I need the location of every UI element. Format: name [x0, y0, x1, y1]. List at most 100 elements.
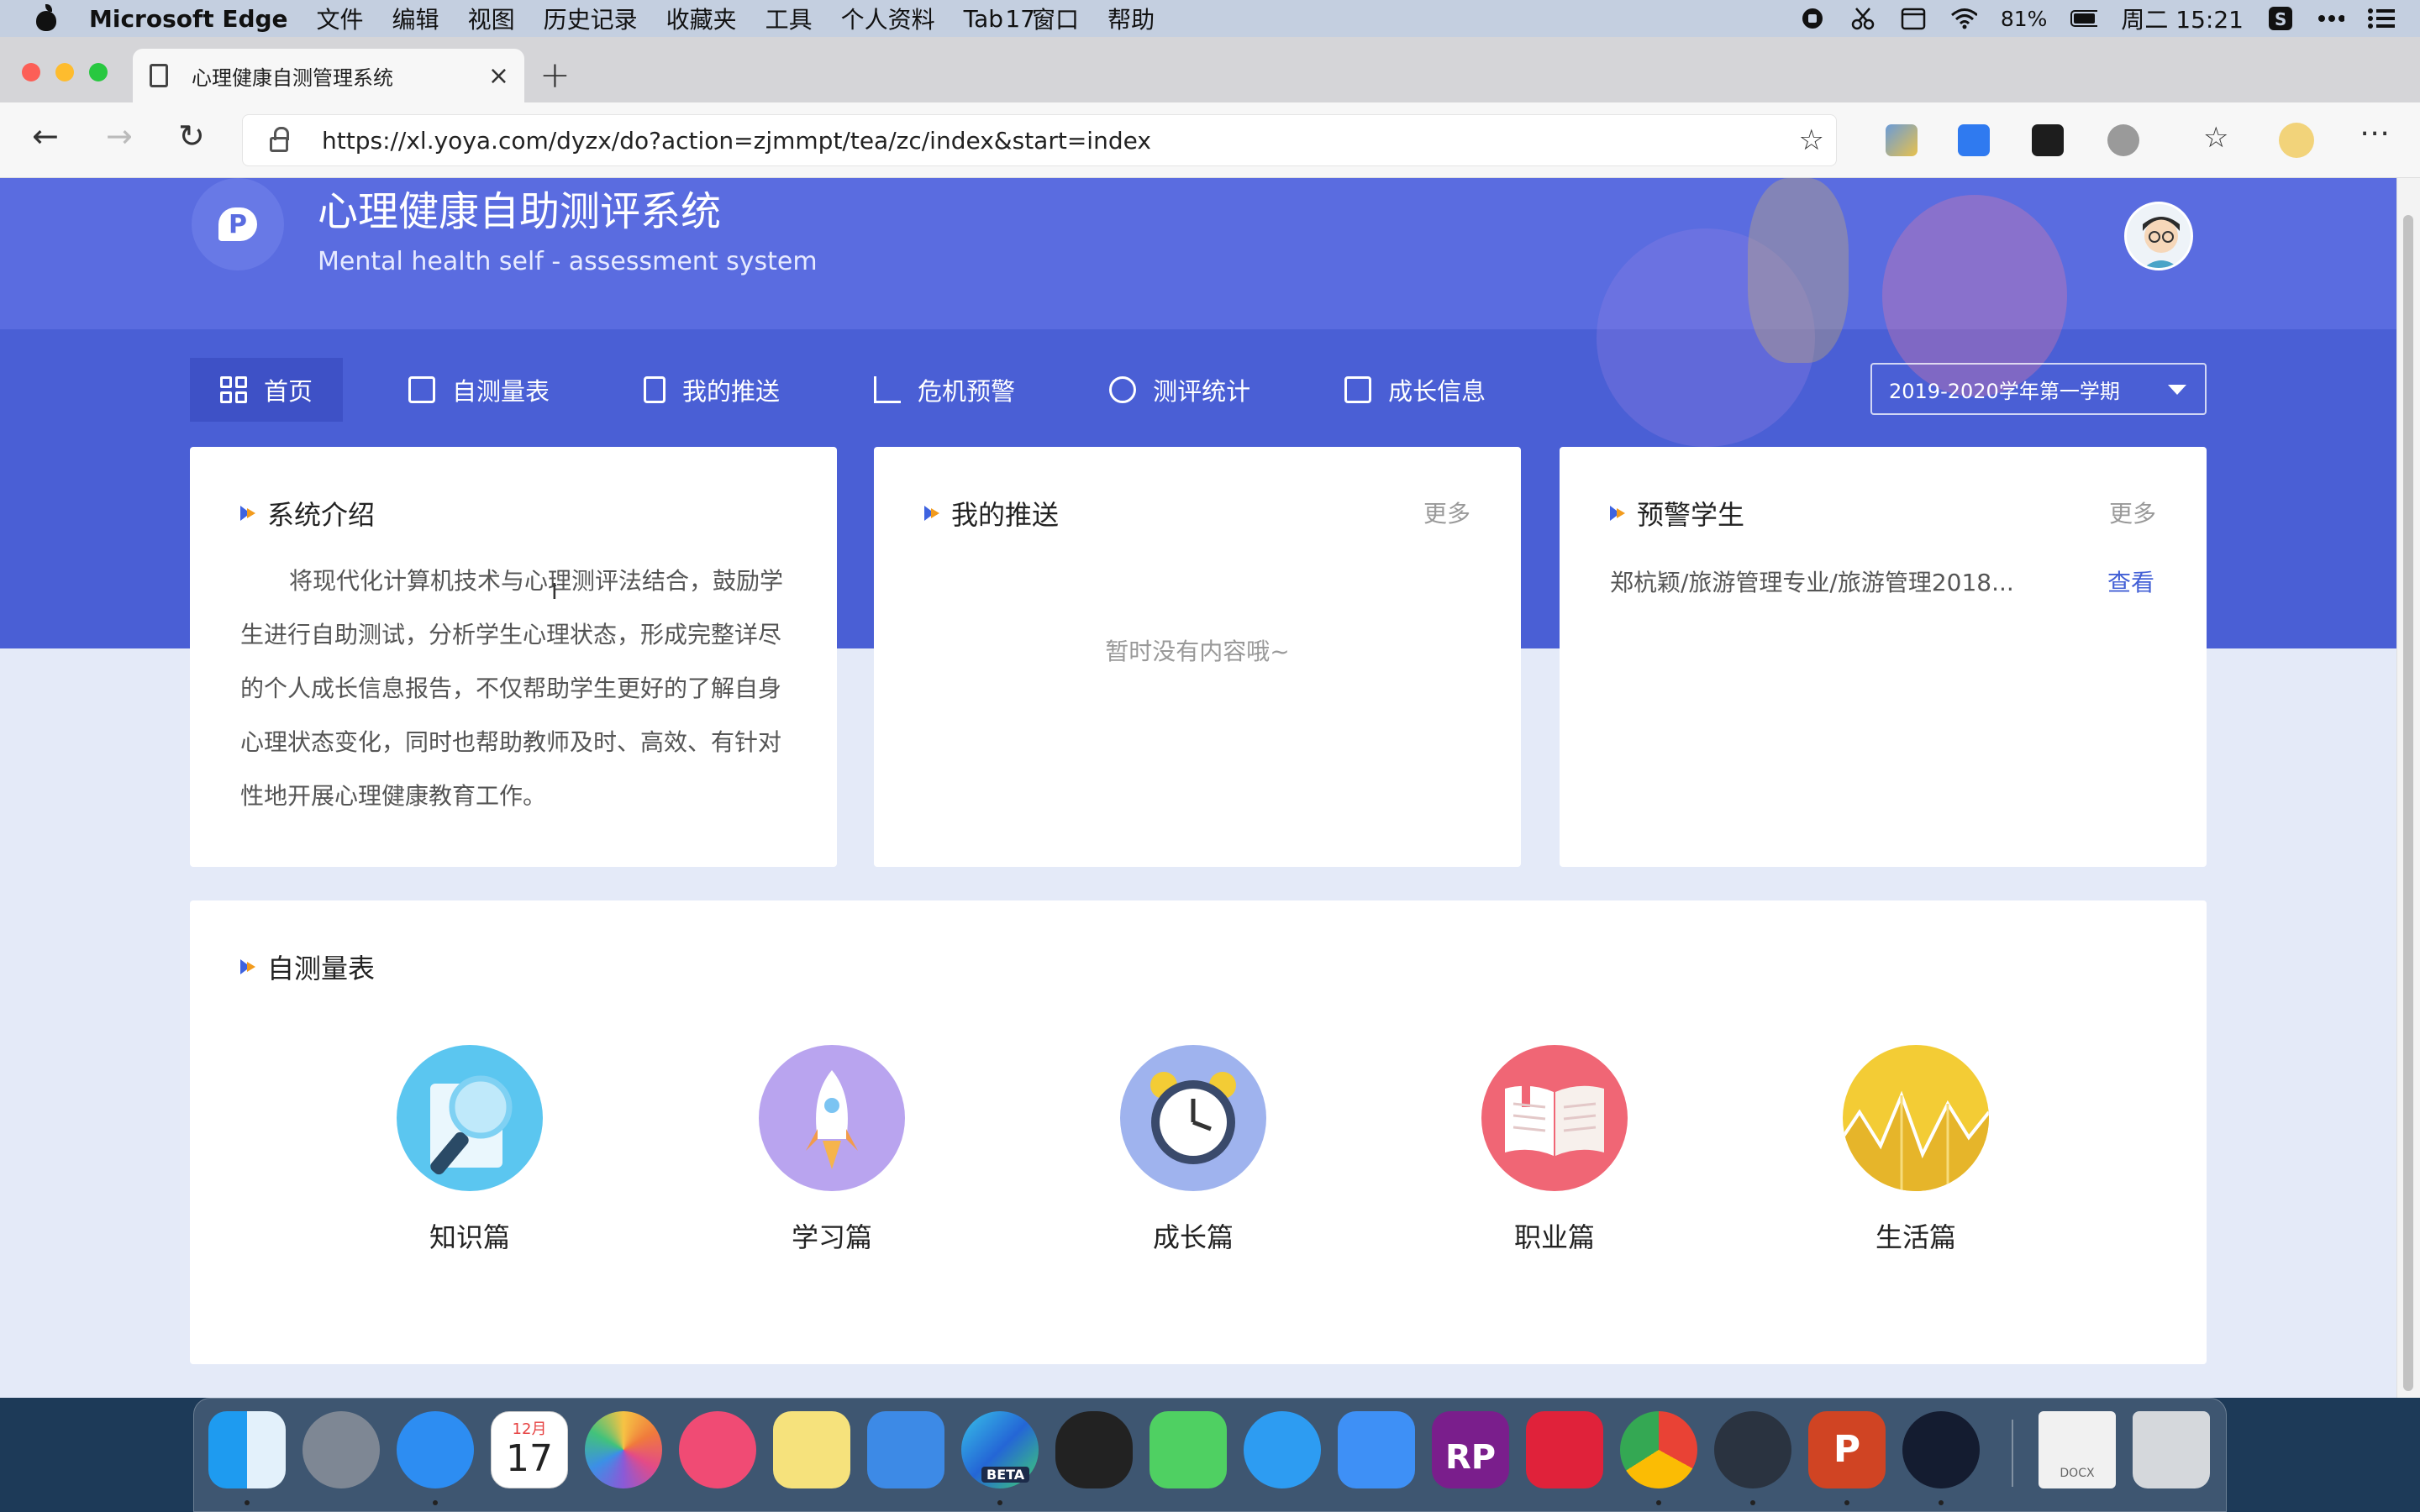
launchpad-icon[interactable]	[302, 1411, 380, 1488]
edge-beta-icon[interactable]: BETA	[961, 1411, 1039, 1488]
download-extension-icon[interactable]	[2107, 124, 2139, 156]
nav-growth-info-label: 成长信息	[1388, 377, 1486, 406]
nav-crisis-warning[interactable]: 危机预警	[845, 358, 1044, 422]
scale-study[interactable]: 学习篇	[756, 1045, 908, 1255]
new-tab-button[interactable]: +	[539, 54, 571, 97]
dock-ppt-label: P	[1833, 1428, 1861, 1471]
menu-tools[interactable]: 工具	[765, 2, 813, 35]
dock-divider	[2012, 1420, 2013, 1487]
safari-icon[interactable]	[397, 1411, 474, 1488]
menu-file[interactable]: 文件	[317, 2, 364, 35]
user-avatar[interactable]	[2124, 202, 2193, 270]
web-page: P 心理健康自助测评系统 Mental health self - assess…	[0, 178, 2396, 1398]
lock-icon[interactable]	[270, 127, 289, 152]
apple-logo-icon[interactable]	[34, 4, 59, 33]
system-title: 心理健康自助测评系统	[318, 188, 722, 235]
scales-card: 自测量表 知识篇 学习篇 成长篇 职业篇 生活篇	[190, 900, 2207, 1364]
feishu-pen-icon[interactable]	[1338, 1411, 1415, 1488]
document-icon	[644, 376, 666, 403]
reload-icon[interactable]: ↻	[178, 118, 205, 155]
record-icon[interactable]	[1799, 7, 1826, 30]
menu-clock[interactable]: 周二 15:21	[2121, 2, 2244, 35]
scale-life[interactable]: 生活篇	[1840, 1045, 1991, 1255]
scale-label: 知识篇	[429, 1221, 510, 1253]
forward-icon[interactable]: →	[106, 118, 133, 155]
axure-rp-icon[interactable]: RP	[1432, 1411, 1509, 1488]
menu-tab[interactable]: Tab	[964, 5, 1003, 33]
sogou-input-icon[interactable]: S	[2267, 7, 2294, 30]
finder-icon[interactable]	[208, 1411, 286, 1488]
quicktime-icon[interactable]	[1714, 1411, 1791, 1488]
calendar-icon[interactable]	[1900, 7, 1927, 30]
close-window-button[interactable]	[22, 63, 40, 81]
dock-rp-label: RP	[1444, 1438, 1497, 1477]
back-icon[interactable]: ←	[32, 118, 59, 155]
warning-card: 预警学生 更多 郑杭颖/旅游管理专业/旅游管理2018... 查看	[1560, 447, 2207, 867]
dock-docx-label: DOCX	[2060, 1467, 2095, 1480]
netease-music-icon[interactable]	[1526, 1411, 1603, 1488]
menu-view[interactable]: 视图	[468, 2, 515, 35]
nav-growth-info[interactable]: 成长信息	[1316, 358, 1514, 422]
infuse-player-icon[interactable]	[1902, 1411, 1980, 1488]
scale-knowledge[interactable]: 知识篇	[394, 1045, 545, 1255]
chrome-icon[interactable]	[1620, 1411, 1697, 1488]
favorites-icon[interactable]: ☆	[2203, 121, 2228, 155]
nav-self-test[interactable]: 自测量表	[380, 358, 578, 422]
settings-more-icon[interactable]: ⋯	[2360, 116, 2390, 150]
zoom-window-button[interactable]	[89, 63, 108, 81]
nav-my-push-label: 我的推送	[682, 377, 781, 406]
menu-profile[interactable]: 个人资料	[841, 2, 935, 35]
menu-edit[interactable]: 编辑	[392, 2, 439, 35]
browser-tab[interactable]: 心理健康自测管理系统 ×	[133, 49, 524, 102]
control-list-icon[interactable]	[2368, 7, 2395, 30]
nav-home[interactable]: 首页	[190, 358, 344, 422]
powerpoint-icon[interactable]: P	[1808, 1411, 1886, 1488]
minimize-window-button[interactable]	[55, 63, 74, 81]
intro-card-header: 系统介绍	[240, 494, 375, 533]
photos-icon[interactable]	[585, 1411, 662, 1488]
battery-icon[interactable]	[2070, 7, 2098, 30]
menu-history[interactable]: 历史记录	[544, 2, 638, 35]
qq-icon[interactable]	[1055, 1411, 1133, 1488]
nav-self-test-label: 自测量表	[452, 377, 550, 406]
scales-card-header: 自测量表	[240, 948, 375, 986]
itunes-icon[interactable]	[679, 1411, 756, 1488]
push-more-link[interactable]: 更多	[1423, 496, 1470, 529]
calendar-app-icon[interactable]: 12月 17	[491, 1411, 568, 1488]
scrollbar-thumb[interactable]	[2403, 215, 2413, 1391]
menu-app-name[interactable]: Microsoft Edge	[89, 5, 288, 33]
menu-favorites[interactable]: 收藏夹	[666, 2, 737, 35]
tab-close-icon[interactable]: ×	[488, 61, 509, 91]
menu-help[interactable]: 帮助	[1107, 2, 1155, 35]
dock-calendar-month: 12月	[512, 1420, 547, 1438]
warning-more-link[interactable]: 更多	[2109, 496, 2156, 529]
wifi-icon[interactable]	[1950, 7, 1977, 30]
svg-text:S: S	[2275, 9, 2286, 29]
chat-bubble-icon[interactable]	[1244, 1411, 1321, 1488]
scissors-icon[interactable]	[1849, 7, 1876, 30]
scale-growth[interactable]: 成长篇	[1118, 1045, 1269, 1255]
todo-icon[interactable]	[867, 1411, 944, 1488]
pen-extension-icon[interactable]	[1958, 124, 1990, 156]
trash-icon[interactable]	[2133, 1411, 2210, 1488]
image-extension-icon[interactable]	[1886, 124, 1918, 156]
dock-calendar-day: 17	[506, 1437, 553, 1480]
favorite-star-icon[interactable]: ☆	[1799, 123, 1824, 157]
menu-window[interactable]: 窗口	[1032, 2, 1079, 35]
nav-home-label: 首页	[264, 377, 313, 406]
more-dots-icon[interactable]	[2317, 7, 2344, 30]
scale-label: 成长篇	[1152, 1221, 1234, 1253]
docx-file-icon[interactable]: DOCX	[2039, 1411, 2116, 1488]
notes-icon[interactable]	[773, 1411, 850, 1488]
tampermonkey-extension-icon[interactable]	[2032, 124, 2064, 156]
scale-career[interactable]: 职业篇	[1479, 1045, 1630, 1255]
profile-avatar-icon[interactable]	[2279, 123, 2314, 158]
warning-view-link[interactable]: 查看	[2107, 564, 2154, 598]
nav-statistics[interactable]: 测评统计	[1081, 358, 1279, 422]
nav-my-push[interactable]: 我的推送	[615, 358, 808, 422]
term-select[interactable]: 2019-2020学年第一学期	[1870, 363, 2207, 415]
url-text[interactable]: https://xl.yoya.com/dyzx/do?action=zjmmp…	[322, 127, 1151, 155]
system-logo[interactable]: P	[192, 178, 284, 270]
address-bar[interactable]: https://xl.yoya.com/dyzx/do?action=zjmmp…	[242, 114, 1837, 166]
wechat-icon[interactable]	[1150, 1411, 1227, 1488]
